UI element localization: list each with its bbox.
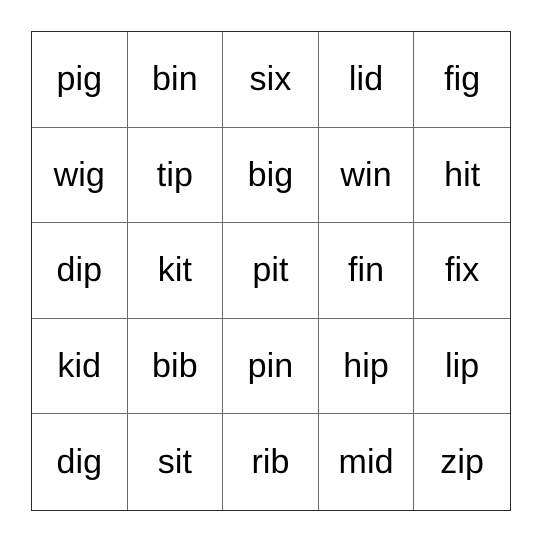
bingo-cell-label: big — [247, 155, 294, 194]
table-row: kid bib pin hip lip — [32, 318, 510, 415]
bingo-cell-r2c5[interactable]: hit — [414, 127, 510, 223]
bingo-cell-r3c5[interactable]: fix — [414, 223, 510, 318]
bingo-cell-r2c2[interactable]: tip — [127, 127, 224, 223]
bingo-cell-r5c5[interactable]: zip — [414, 414, 510, 510]
bingo-cell-r5c2[interactable]: sit — [127, 414, 224, 510]
bingo-cell-label: bib — [152, 347, 198, 386]
bingo-cell-label: hit — [444, 155, 481, 194]
bingo-cell-r1c1[interactable]: pig — [32, 32, 128, 127]
bingo-cell-r3c2[interactable]: kit — [127, 223, 224, 318]
bingo-cell-r5c1[interactable]: dig — [32, 414, 128, 510]
bingo-cell-r5c3[interactable]: rib — [223, 414, 319, 510]
bingo-cell-r4c5[interactable]: lip — [414, 318, 510, 414]
bingo-cell-label: pit — [252, 251, 289, 290]
bingo-cell-label: hip — [343, 347, 389, 386]
bingo-cell-label: lip — [445, 347, 480, 386]
bingo-cell-label: fig — [444, 60, 481, 99]
bingo-cell-r1c5[interactable]: fig — [414, 32, 510, 127]
bingo-cell-r2c3[interactable]: big — [223, 127, 319, 223]
table-row: pig bin six lid fig — [32, 32, 510, 128]
bingo-cell-label: dig — [56, 443, 103, 482]
bingo-cell-label: kit — [157, 251, 193, 290]
bingo-cell-label: zip — [440, 443, 485, 482]
bingo-card: pig bin six lid fig wig tip big win hit … — [31, 31, 511, 511]
bingo-cell-r2c4[interactable]: win — [318, 127, 415, 223]
bingo-cell-label: mid — [338, 443, 394, 482]
bingo-cell-label: six — [249, 60, 292, 99]
bingo-cell-label: sit — [157, 443, 193, 482]
bingo-cell-label: dip — [56, 251, 103, 290]
bingo-cell-r5c4[interactable]: mid — [318, 414, 415, 510]
table-row: dig sit rib mid zip — [32, 414, 510, 510]
bingo-cell-label: win — [340, 155, 392, 194]
bingo-cell-r1c4[interactable]: lid — [318, 32, 415, 127]
bingo-cell-r4c1[interactable]: kid — [32, 318, 128, 414]
bingo-cell-label: rib — [251, 443, 290, 482]
table-row: wig tip big win hit — [32, 127, 510, 224]
bingo-cell-r4c3[interactable]: pin — [223, 318, 319, 414]
bingo-cell-label: pig — [56, 60, 103, 99]
bingo-cell-r3c3[interactable]: pit — [223, 223, 319, 318]
table-row: dip kit pit fin fix — [32, 223, 510, 319]
bingo-cell-r2c1[interactable]: wig — [32, 127, 128, 223]
bingo-cell-label: wig — [53, 155, 105, 194]
bingo-cell-r3c4[interactable]: fin — [318, 223, 415, 318]
bingo-cell-label: fix — [445, 251, 480, 290]
bingo-cell-label: fin — [347, 251, 385, 290]
bingo-cell-r1c3[interactable]: six — [223, 32, 319, 127]
bingo-cell-r3c1[interactable]: dip — [32, 223, 128, 318]
bingo-cell-r1c2[interactable]: bin — [127, 32, 224, 127]
bingo-cell-label: kid — [57, 347, 102, 386]
bingo-cell-r4c4[interactable]: hip — [318, 318, 415, 414]
bingo-cell-label: lid — [348, 60, 384, 99]
bingo-cell-label: bin — [152, 60, 198, 99]
bingo-cell-label: tip — [156, 155, 193, 194]
bingo-cell-r4c2[interactable]: bib — [127, 318, 224, 414]
bingo-cell-label: pin — [247, 347, 294, 386]
